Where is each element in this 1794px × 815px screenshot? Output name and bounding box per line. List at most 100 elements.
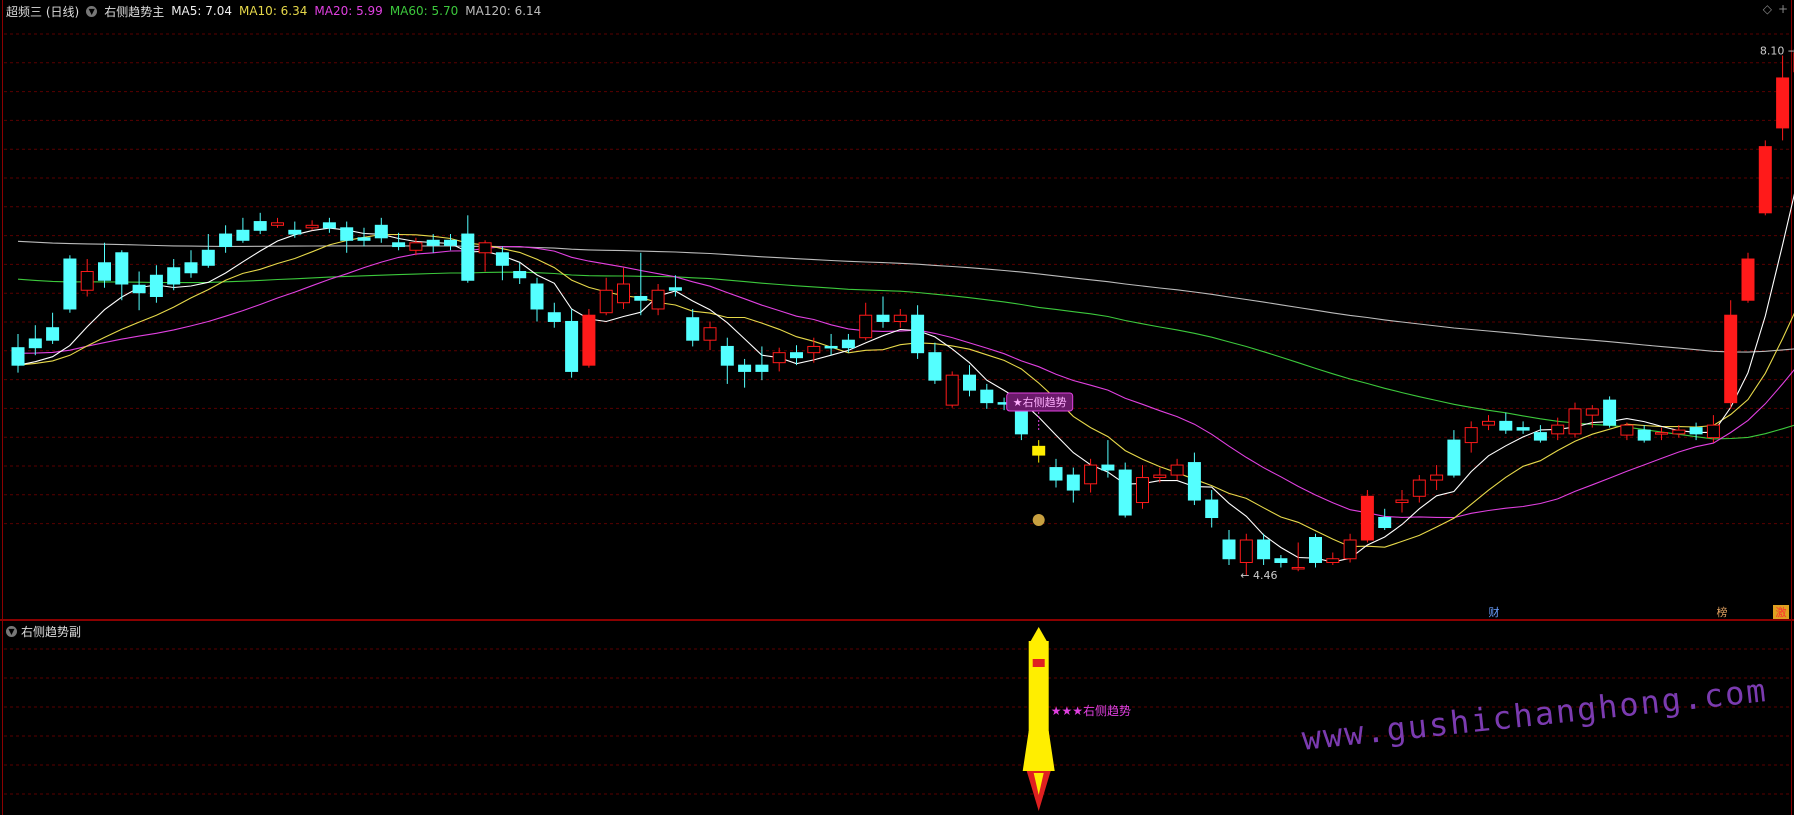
candle-up [651,289,665,310]
candlestick-chart[interactable]: 8.10 → ← 4.46 ★右侧趋势财 榜 激 [0,0,1794,620]
candle-down [1603,399,1617,426]
candle-up [859,314,873,339]
candle-down [201,249,215,266]
candle-down [357,237,371,241]
candle-down [495,252,509,266]
candle-down [11,347,25,366]
candle-down [1533,432,1547,441]
candle-down [253,221,267,231]
candle-up [271,222,284,226]
candle-down [63,258,77,310]
candle-down [46,327,60,341]
candle-down [1101,464,1115,471]
ma20-value: MA20: 5.99 [314,4,383,18]
candle-down [547,312,561,322]
low-price-label: ← 4.46 [1240,569,1277,582]
candle-down [1516,427,1530,431]
candle-down [1499,420,1513,431]
candle-up [599,289,613,314]
ma5-line [17,193,1794,563]
rocket-window [1032,659,1045,667]
candle-up [1343,539,1357,560]
candle-up [1153,474,1167,479]
candle-up [1551,424,1565,435]
candle-down [1274,558,1288,563]
candle-up [80,271,94,291]
candle-down [1066,474,1080,491]
candle-down [1257,539,1271,560]
candle-up [1758,146,1772,214]
candle-down [668,287,682,291]
candle-up [617,283,630,304]
candle-down [1222,539,1236,560]
candle-up [305,224,319,229]
candle-down [219,233,233,248]
candle-up [1482,420,1495,426]
candle-down [132,284,146,294]
candle-down [1187,462,1201,501]
stock-title[interactable]: 超频三 (日线) [6,3,79,20]
candle-down [1118,469,1132,516]
candle-down [115,252,129,285]
candle-down [686,317,700,341]
candle-up [1672,429,1686,435]
candle-down [980,389,994,404]
candle-down [426,239,440,246]
candle-down [1309,537,1322,563]
candle-down [461,233,475,281]
candle-down [1447,439,1461,476]
candle-down [28,338,42,349]
sub-indicator-toggle-icon[interactable]: ▼ [6,625,17,637]
candle-up [1326,558,1340,563]
candle-up [1170,464,1184,476]
candle-down [340,227,354,241]
candle-down [963,374,976,391]
candle-down [1032,445,1046,456]
candle-up [1360,495,1374,541]
main-chart-panel[interactable]: 8.10 → ← 4.46 ★右侧趋势财 榜 激 超频三 (日线) ▼ 右侧趋势主 MA… [0,0,1794,620]
candle-down [911,314,925,354]
candle-up [582,314,596,366]
candle-down [634,295,648,301]
candle-up [1724,314,1738,404]
candle-up [1136,477,1149,504]
candle-down [1378,517,1392,529]
candle-down [738,364,752,372]
candle-down [928,352,942,381]
candle-down [1049,467,1063,481]
rocket-label: ★★★右侧趋势 [1051,703,1131,718]
candle-up [893,314,907,322]
candle-down [565,320,579,372]
candle-down [184,262,198,274]
ma20-line [17,245,1794,519]
candle-up [772,352,786,364]
candle-up [1741,258,1755,301]
candle-down [755,364,769,372]
candle-down [236,229,250,241]
badge-ji: 激 [1776,605,1787,619]
candle-down [1014,408,1028,435]
sub-indicator-name[interactable]: 右侧趋势副 [21,623,81,640]
indicator-toggle-icon[interactable]: ▼ [86,5,98,17]
candle-down [374,224,388,239]
diamond-icon[interactable]: ◇ [1763,2,1772,16]
ma120-line [17,240,1794,353]
candle-up [1585,408,1599,416]
candle-down [513,271,527,279]
candle-down [790,352,803,359]
candle-down [167,267,181,285]
plus-icon[interactable]: + [1778,2,1788,16]
sub-chart-header: ▼ 右侧趋势副 [6,621,81,641]
candle-up [1706,424,1720,439]
signal-tag-label: ★右侧趋势 [1013,395,1067,409]
candle-down [444,239,457,246]
candle-up [1776,77,1790,129]
candle-up [1239,539,1253,563]
candle-down [530,283,544,310]
candle-up [1291,566,1305,570]
candle-down [1205,499,1219,519]
ma10-value: MA10: 6.34 [238,4,308,18]
main-indicator-name[interactable]: 右侧趋势主 [104,3,164,20]
candle-up [807,345,821,354]
ma60-line [17,271,1794,440]
